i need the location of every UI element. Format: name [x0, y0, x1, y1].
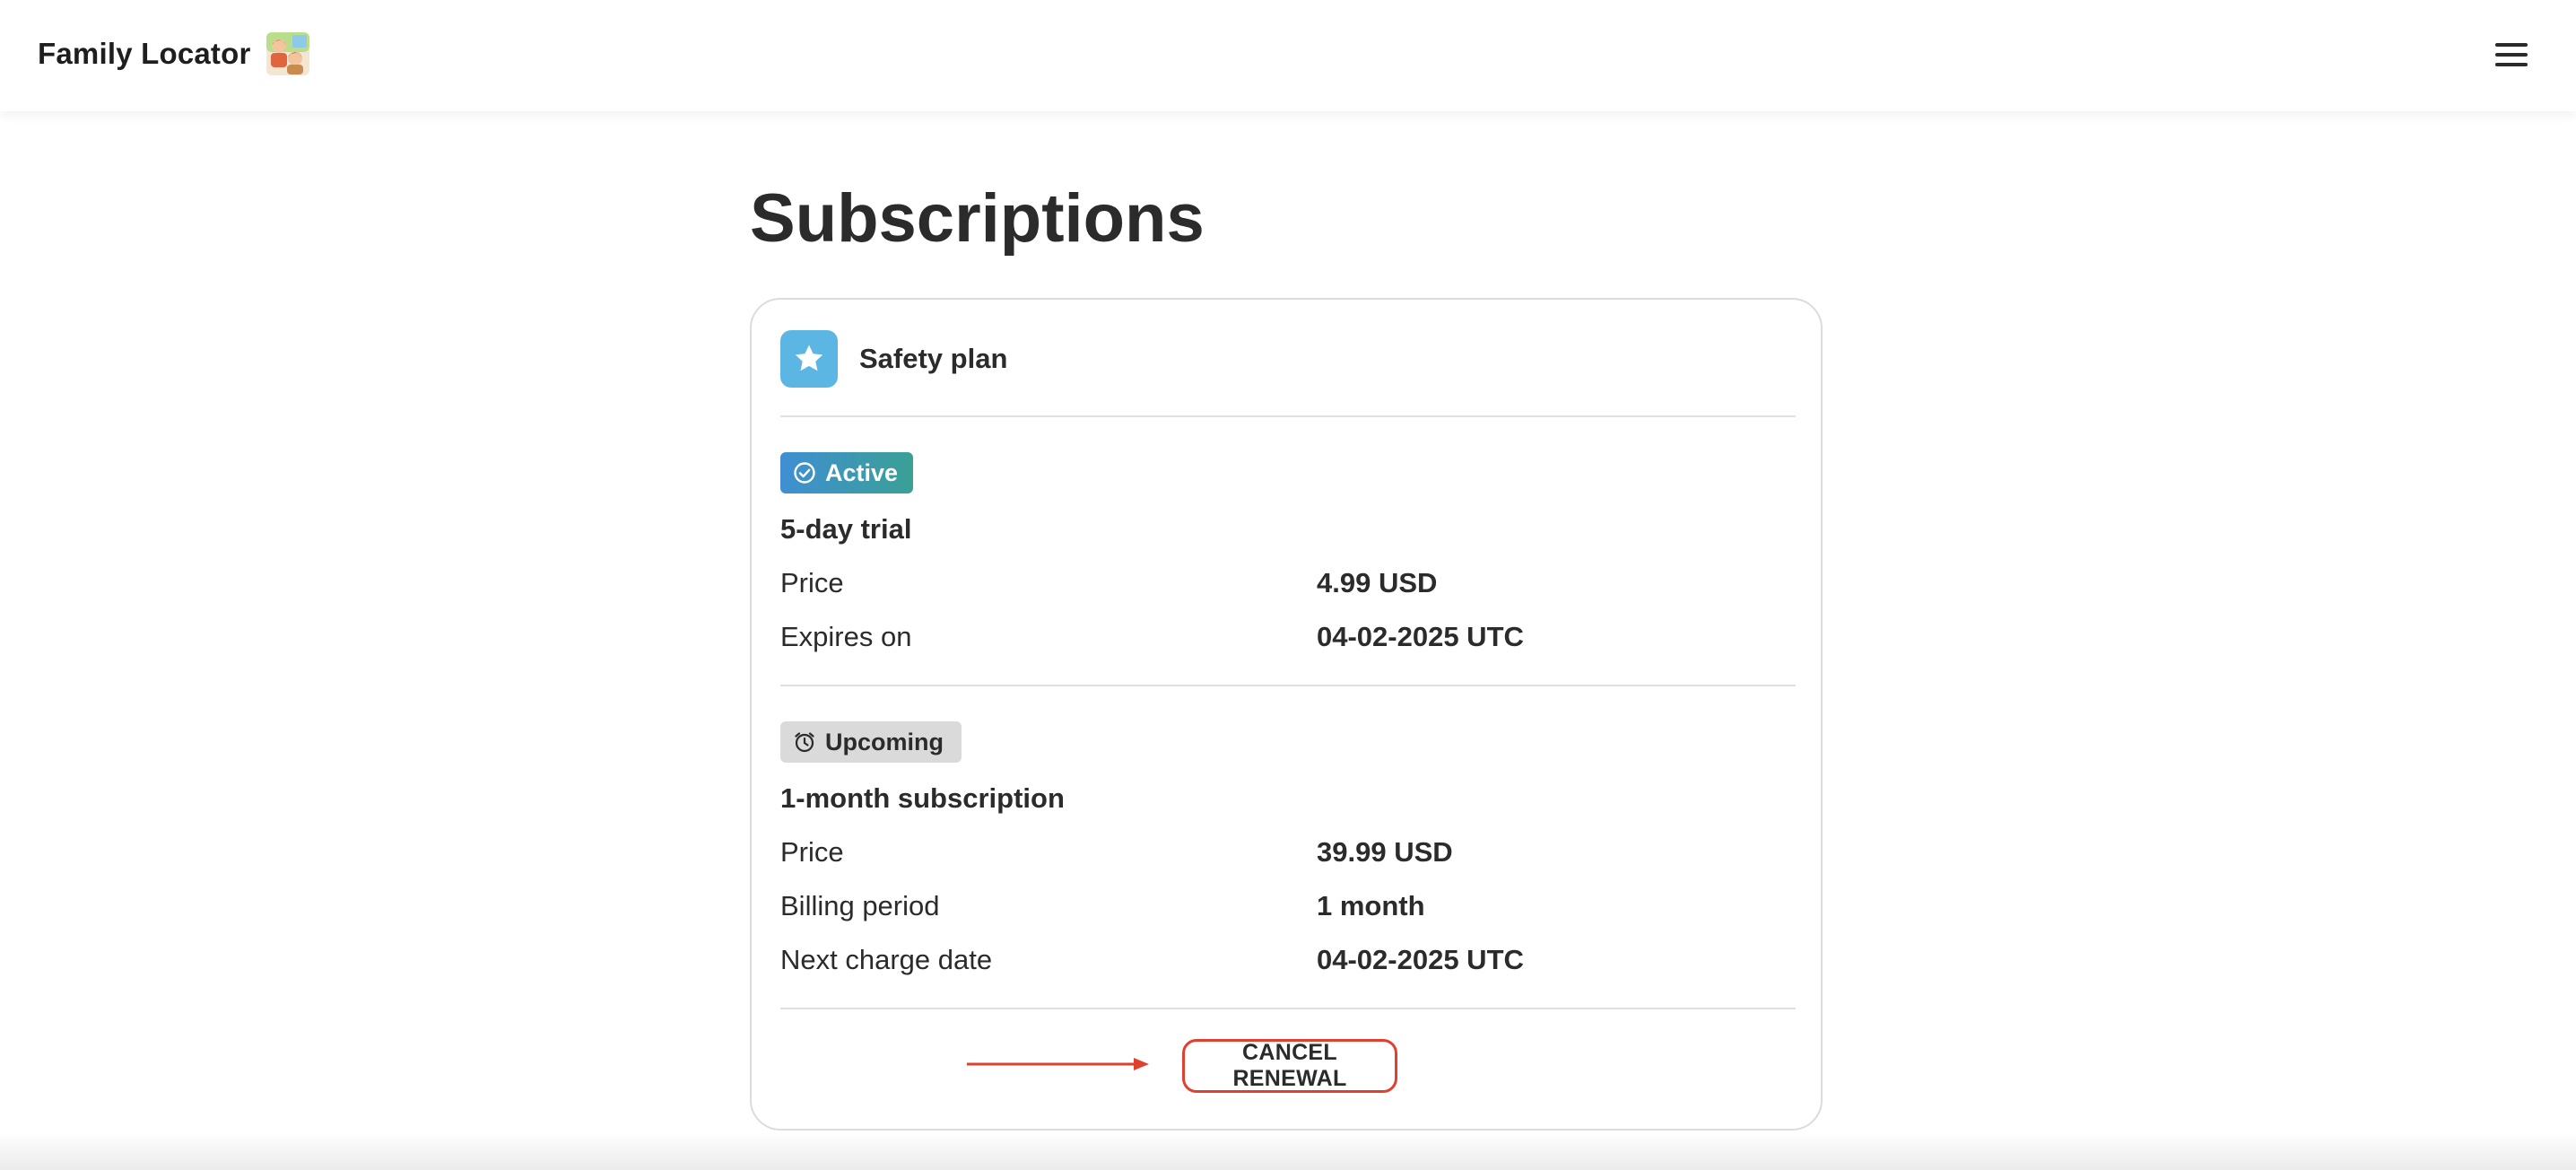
price-value: 4.99 USD	[1317, 567, 1438, 598]
next-charge-date-label: Next charge date	[780, 944, 993, 975]
plan-name: Safety plan	[859, 343, 1008, 374]
status-badge-upcoming: Upcoming	[780, 721, 962, 763]
top-navigation-bar: Family Locator	[0, 0, 2576, 111]
billing-period-label: Billing period	[780, 890, 940, 921]
subscription-card: Safety plan Active 5-day trial Price 4.9…	[750, 298, 1823, 1131]
arrow-right-icon	[967, 1058, 1149, 1070]
alarm-clock-icon	[795, 732, 814, 753]
expires-on-label: Expires on	[780, 621, 912, 652]
bottom-fade	[0, 1132, 2576, 1170]
upcoming-plan-title: 1-month subscription	[780, 782, 1065, 814]
app-name: Family Locator	[38, 37, 251, 70]
hamburger-menu-icon[interactable]	[2493, 38, 2529, 72]
cancel-renewal-button[interactable]: CANCEL RENEWAL	[1182, 1039, 1397, 1093]
badge-label: Active	[825, 458, 899, 486]
divider	[780, 1008, 1796, 1009]
next-charge-date-value: 04-02-2025 UTC	[1317, 944, 1524, 975]
family-photo-icon	[265, 32, 309, 75]
star-icon	[780, 330, 838, 388]
plan-header: Safety plan	[780, 330, 1007, 388]
brand[interactable]: Family Locator	[38, 27, 310, 81]
price-label: Price	[780, 836, 844, 868]
divider	[780, 415, 1796, 417]
price-label: Price	[780, 567, 844, 598]
active-plan-title: 5-day trial	[780, 513, 912, 545]
expires-on-value: 04-02-2025 UTC	[1317, 621, 1524, 652]
billing-period-value: 1 month	[1317, 890, 1425, 921]
divider	[780, 685, 1796, 686]
page-title: Subscriptions	[750, 180, 1205, 257]
check-circle-icon	[794, 462, 815, 484]
status-badge-active: Active	[780, 452, 913, 493]
badge-label: Upcoming	[825, 728, 944, 755]
price-value: 39.99 USD	[1317, 836, 1453, 868]
